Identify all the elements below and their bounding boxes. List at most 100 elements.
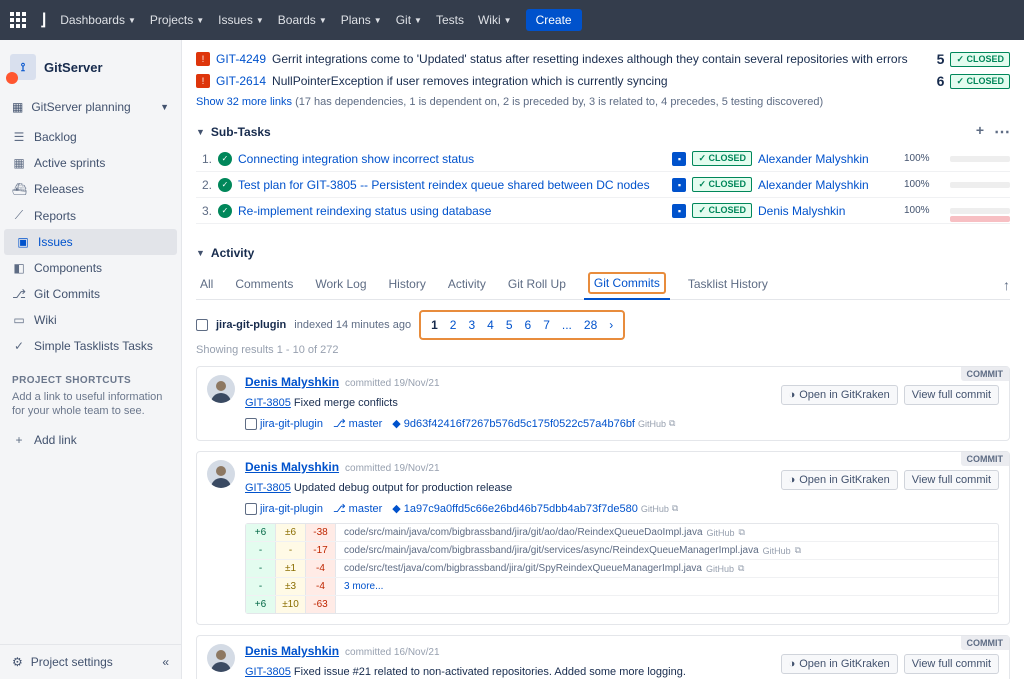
commit-hash-link[interactable]: ◆9d63f42416f7267b576d5c175f0522c57a4b76b… <box>392 417 675 430</box>
commit-issue-key[interactable]: GIT-3805 <box>245 482 291 494</box>
file-path[interactable]: 3 more... <box>336 578 998 595</box>
sidebar-item-releases[interactable]: ⛴Releases <box>0 176 181 202</box>
subtask-link[interactable]: Connecting integration show incorrect st… <box>238 152 666 166</box>
done-icon: ✓ <box>218 152 232 166</box>
page-5[interactable]: 5 <box>506 318 513 332</box>
issue-key-link[interactable]: GIT-4249 <box>216 52 266 66</box>
open-gitkraken-button[interactable]: ◑Open in GitKraken <box>781 470 898 490</box>
nav-issues[interactable]: Issues▼ <box>218 13 264 27</box>
commit-author-link[interactable]: Denis Malyshkin <box>245 460 339 474</box>
page-1: 1 <box>431 318 438 332</box>
issue-key-link[interactable]: GIT-2614 <box>216 74 266 88</box>
disclosure-icon[interactable]: ▼ <box>196 248 205 258</box>
commit-issue-key[interactable]: GIT-3805 <box>245 666 291 678</box>
nav-icon: ☰ <box>12 130 26 144</box>
logo-icon[interactable]: ⌋ <box>40 10 46 30</box>
board-select[interactable]: ▦GitServer planning ▼ <box>0 94 181 120</box>
nav-git[interactable]: Git▼ <box>396 13 422 27</box>
status-badge: ✓ CLOSED <box>692 203 752 218</box>
page-2[interactable]: 2 <box>450 318 457 332</box>
sidebar-item-backlog[interactable]: ☰Backlog <box>0 124 181 150</box>
project-settings-button[interactable]: ⚙Project settings <box>12 655 113 669</box>
commit-icon: ◆ <box>392 502 400 515</box>
tab-all[interactable]: All <box>196 271 217 299</box>
create-button[interactable]: Create <box>526 9 582 31</box>
progress-pct: 100% <box>904 179 944 190</box>
open-gitkraken-button[interactable]: ◑Open in GitKraken <box>781 385 898 405</box>
show-more-links[interactable]: Show 32 more links <box>196 96 292 108</box>
branch-link[interactable]: ⎇master <box>333 502 382 515</box>
add-link-button[interactable]: +Add link <box>0 427 181 453</box>
nav-wiki[interactable]: Wiki▼ <box>478 13 512 27</box>
add-subtask-button[interactable]: + <box>976 122 984 142</box>
app-switcher-icon[interactable] <box>10 12 26 28</box>
sidebar-item-simple-tasklists-tasks[interactable]: ✓Simple Tasklists Tasks <box>0 333 181 359</box>
collapse-sidebar-icon[interactable]: « <box>162 655 169 669</box>
sidebar-item-wiki[interactable]: ▭Wiki <box>0 307 181 333</box>
page-4[interactable]: 4 <box>487 318 494 332</box>
chevron-down-icon: ▼ <box>414 16 422 25</box>
tab-history[interactable]: History <box>385 271 430 299</box>
sidebar-item-reports[interactable]: ⟋Reports <box>0 202 181 229</box>
commit-author-link[interactable]: Denis Malyshkin <box>245 644 339 658</box>
view-full-commit-button[interactable]: View full commit <box>904 470 999 490</box>
subtask-link[interactable]: Re-implement reindexing status using dat… <box>238 204 666 218</box>
shortcuts-description: Add a link to useful information for you… <box>0 390 181 427</box>
page-...[interactable]: ... <box>562 318 572 332</box>
commit-message: Fixed issue #21 related to non-activated… <box>294 666 686 678</box>
assignee-link[interactable]: Alexander Malyshkin <box>758 178 898 192</box>
tab-tasklist-history[interactable]: Tasklist History <box>684 271 772 299</box>
subtask-type-icon: ▪ <box>672 204 686 218</box>
sidebar-item-active-sprints[interactable]: ▦Active sprints <box>0 150 181 176</box>
nav-icon: ⟋ <box>12 208 26 223</box>
page-6[interactable]: 6 <box>525 318 532 332</box>
tab-activity[interactable]: Activity <box>444 271 490 299</box>
disclosure-icon[interactable]: ▼ <box>196 127 205 137</box>
branch-link[interactable]: ⎇master <box>333 417 382 430</box>
more-actions-icon[interactable]: ⋯ <box>994 122 1010 142</box>
nav-projects[interactable]: Projects▼ <box>150 13 204 27</box>
nav-tests[interactable]: Tests <box>436 13 464 27</box>
subtask-row: 2.✓Test plan for GIT-3805 -- Persistent … <box>196 172 1010 198</box>
commit-author-link[interactable]: Denis Malyshkin <box>245 375 339 389</box>
nav-dashboards[interactable]: Dashboards▼ <box>60 13 136 27</box>
page-7[interactable]: 7 <box>543 318 550 332</box>
top-navigation: ⌋ Dashboards▼ Projects▼ Issues▼ Boards▼ … <box>0 0 1024 40</box>
repo-link[interactable]: jira-git-plugin <box>245 418 323 430</box>
tab-git-roll-up[interactable]: Git Roll Up <box>504 271 570 299</box>
next-page-icon[interactable]: › <box>609 318 613 332</box>
file-path: code/src/test/java/com/bigbrassband/jira… <box>336 560 998 577</box>
tab-work-log[interactable]: Work Log <box>311 271 370 299</box>
nav-plans[interactable]: Plans▼ <box>341 13 382 27</box>
nav-icon: ✓ <box>12 339 26 353</box>
progress-pct: 100% <box>904 205 944 216</box>
tab-git-commits[interactable]: Git Commits <box>584 270 670 300</box>
gear-icon: ⚙ <box>12 655 23 669</box>
repo-link[interactable]: jira-git-plugin <box>245 503 323 515</box>
commit-tag: COMMIT <box>961 636 1010 650</box>
sidebar-item-issues[interactable]: ▣Issues <box>4 229 177 255</box>
page-28[interactable]: 28 <box>584 318 597 332</box>
gitkraken-icon: ◑ <box>789 474 796 486</box>
project-header[interactable]: ⟟ GitServer <box>0 40 181 94</box>
nav-icon: ⛴ <box>12 182 26 196</box>
subtask-link[interactable]: Test plan for GIT-3805 -- Persistent rei… <box>238 178 666 192</box>
nav-boards[interactable]: Boards▼ <box>278 13 327 27</box>
commit-card: COMMITDenis Malyshkincommitted 16/Nov/21… <box>196 635 1010 679</box>
view-full-commit-button[interactable]: View full commit <box>904 385 999 405</box>
tab-comments[interactable]: Comments <box>231 271 297 299</box>
chevron-down-icon: ▼ <box>319 16 327 25</box>
page-3[interactable]: 3 <box>468 318 475 332</box>
progress-bar <box>950 156 1010 162</box>
sort-icon[interactable]: ↑ <box>1003 277 1010 293</box>
sidebar-item-git-commits[interactable]: ⎇Git Commits <box>0 281 181 307</box>
view-full-commit-button[interactable]: View full commit <box>904 654 999 674</box>
commit-issue-key[interactable]: GIT-3805 <box>245 397 291 409</box>
sidebar-item-components[interactable]: ◧Components <box>0 255 181 281</box>
assignee-link[interactable]: Denis Malyshkin <box>758 204 898 218</box>
assignee-link[interactable]: Alexander Malyshkin <box>758 152 898 166</box>
activity-heading: Activity <box>211 246 254 260</box>
open-gitkraken-button[interactable]: ◑Open in GitKraken <box>781 654 898 674</box>
linked-issue-row: !GIT-4249Gerrit integrations come to 'Up… <box>196 48 1010 70</box>
commit-hash-link[interactable]: ◆1a97c9a0ffd5c66e26bd46b75dbb4ab73f7de58… <box>392 502 678 515</box>
